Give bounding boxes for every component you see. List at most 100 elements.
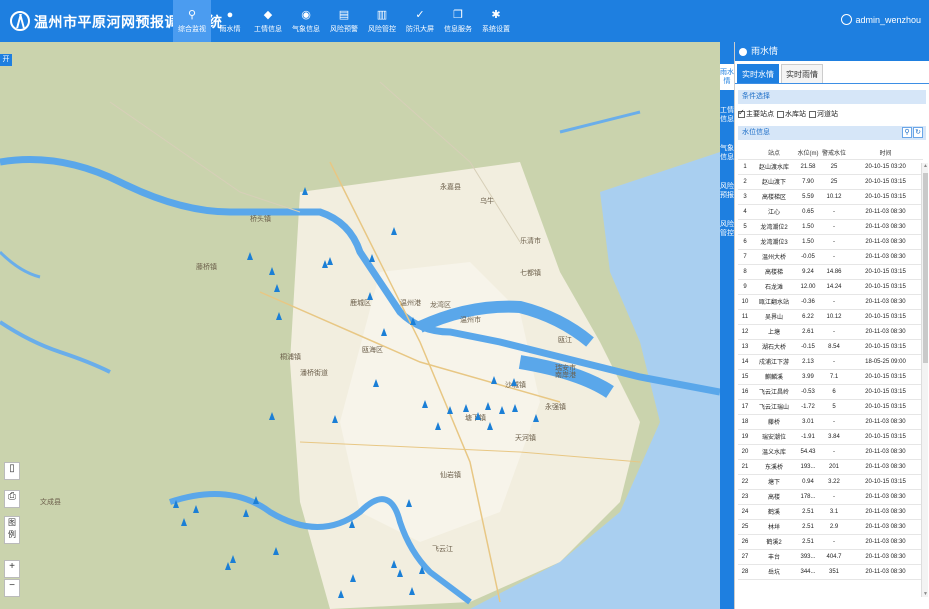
table-row[interactable]: 19 瑞安潮位 -1.91 3.84 20-10-15 03:15 bbox=[738, 429, 923, 445]
station-marker-icon[interactable] bbox=[193, 505, 199, 513]
table-row[interactable]: 17 飞云江瑞山 -1.72 5 20-10-15 03:15 bbox=[738, 399, 923, 415]
table-row[interactable]: 14 戍浦江下游 2.13-18-05-25 09:00 bbox=[738, 354, 923, 370]
table-row[interactable]: 1 赵山渡水库 21.58 25 20-10-15 03:20 bbox=[738, 159, 923, 175]
nav-item-0[interactable]: ⚲ 综合监视 bbox=[173, 0, 211, 42]
legend-icon[interactable]: 图例 bbox=[4, 516, 20, 544]
nav-item-8[interactable]: ✱ 系统设置 bbox=[477, 0, 515, 42]
side-tab-3[interactable]: 风险预报 bbox=[720, 178, 734, 204]
table-row[interactable]: 5 龙湾潮位2 1.50-20-11-03 08:30 bbox=[738, 219, 923, 235]
tab-realtime-water[interactable]: 实时水情 bbox=[737, 64, 779, 83]
station-marker-icon[interactable] bbox=[485, 402, 491, 410]
map-corner-tab[interactable]: 开 bbox=[0, 54, 12, 66]
station-marker-icon[interactable] bbox=[274, 284, 280, 292]
station-marker-icon[interactable] bbox=[491, 376, 497, 384]
station-marker-icon[interactable] bbox=[373, 379, 379, 387]
scroll-up-icon[interactable]: ▲ bbox=[922, 163, 929, 169]
checkbox-river-stations[interactable] bbox=[809, 110, 816, 118]
checkbox-reservoir-stations[interactable] bbox=[777, 110, 784, 118]
nav-item-6[interactable]: ✓ 防汛大屏 bbox=[401, 0, 439, 42]
tab-realtime-rain[interactable]: 实时雨情 bbox=[781, 64, 823, 83]
col-level[interactable]: 水位(m) bbox=[796, 146, 820, 160]
station-marker-icon[interactable] bbox=[247, 252, 253, 260]
station-marker-icon[interactable] bbox=[447, 406, 453, 414]
zoom-in-button[interactable]: + bbox=[4, 560, 20, 578]
station-marker-icon[interactable] bbox=[391, 560, 397, 568]
table-row[interactable]: 20 温义水库 54.43-20-11-03 08:30 bbox=[738, 444, 923, 460]
station-marker-icon[interactable] bbox=[253, 496, 259, 504]
table-row[interactable]: 10 瓯江翻水站 -0.36-20-11-03 08:30 bbox=[738, 294, 923, 310]
table-row[interactable]: 12 上塘 2.61-20-11-03 08:30 bbox=[738, 324, 923, 340]
side-tab-1[interactable]: 工情信息 bbox=[720, 102, 734, 128]
station-marker-icon[interactable] bbox=[332, 415, 338, 423]
station-marker-icon[interactable] bbox=[406, 499, 412, 507]
station-marker-icon[interactable] bbox=[181, 518, 187, 526]
table-row[interactable]: 6 龙湾潮位3 1.50-20-11-03 08:30 bbox=[738, 234, 923, 250]
table-scrollbar[interactable]: ▲ ▼ bbox=[921, 163, 928, 597]
table-row[interactable]: 15 麒麟溪 3.99 7.1 20-10-15 03:15 bbox=[738, 369, 923, 385]
nav-item-1[interactable]: ● 雨水情 bbox=[211, 0, 249, 42]
table-row[interactable]: 26 鹤溪2 2.51-20-11-03 08:30 bbox=[738, 534, 923, 550]
station-marker-icon[interactable] bbox=[487, 422, 493, 430]
table-row[interactable]: 11 吴界山 6.22 10.12 20-10-15 03:15 bbox=[738, 309, 923, 325]
station-marker-icon[interactable] bbox=[367, 292, 373, 300]
nav-item-7[interactable]: ❐ 信息服务 bbox=[439, 0, 477, 42]
zoom-out-button[interactable]: − bbox=[4, 579, 20, 597]
map-view[interactable]: 开 永嘉县 鹿城区 瓯海区 龙湾区 温州市 乐清市 瑞安市 文成县 温州港 南岸港 沙城镇 天河镇 七都… bbox=[0, 42, 720, 609]
station-marker-icon[interactable] bbox=[511, 378, 517, 386]
station-marker-icon[interactable] bbox=[338, 590, 344, 598]
station-marker-icon[interactable] bbox=[397, 569, 403, 577]
table-row[interactable]: 4 江心 0.65-20-11-03 08:30 bbox=[738, 204, 923, 220]
station-marker-icon[interactable] bbox=[322, 260, 328, 268]
checkbox-main-stations[interactable] bbox=[738, 108, 745, 118]
station-marker-icon[interactable] bbox=[422, 400, 428, 408]
station-marker-icon[interactable] bbox=[463, 404, 469, 412]
table-row[interactable]: 21 东溪桥 193... 201 20-11-03 08:30 bbox=[738, 459, 923, 475]
station-marker-icon[interactable] bbox=[391, 227, 397, 235]
map-canvas[interactable] bbox=[0, 42, 720, 609]
col-warning[interactable]: 警戒水位 bbox=[820, 146, 848, 160]
user-menu[interactable]: admin_wenzhou bbox=[841, 14, 921, 25]
table-row[interactable]: 13 湖石大桥 -0.15 8.54 20-10-15 03:15 bbox=[738, 339, 923, 355]
table-row[interactable]: 28 岳坑 344... 351 20-11-03 08:30 bbox=[738, 564, 923, 580]
station-marker-icon[interactable] bbox=[302, 187, 308, 195]
station-marker-icon[interactable] bbox=[225, 562, 231, 570]
station-marker-icon[interactable] bbox=[173, 500, 179, 508]
table-row[interactable]: 9 石龙滩 12.00 14.24 20-10-15 03:15 bbox=[738, 279, 923, 295]
side-tab-2[interactable]: 气象信息 bbox=[720, 140, 734, 166]
nav-item-5[interactable]: ▥ 风险管控 bbox=[363, 0, 401, 42]
station-marker-icon[interactable] bbox=[410, 317, 416, 325]
table-row[interactable]: 8 高楼梯 9.24 14.86 20-10-15 03:15 bbox=[738, 264, 923, 280]
col-time[interactable]: 时间 bbox=[848, 146, 923, 160]
table-row[interactable]: 25 林垟 2.51 2.9 20-11-03 08:30 bbox=[738, 519, 923, 535]
scroll-thumb[interactable] bbox=[923, 173, 928, 363]
station-marker-icon[interactable] bbox=[475, 412, 481, 420]
nav-item-3[interactable]: ◉ 气象信息 bbox=[287, 0, 325, 42]
table-row[interactable]: 24 鹤溪 2.51 3.1 20-11-03 08:30 bbox=[738, 504, 923, 520]
station-marker-icon[interactable] bbox=[419, 566, 425, 574]
side-tab-4[interactable]: 风险管控 bbox=[720, 216, 734, 242]
table-row[interactable]: 22 塘下 0.94 3.22 20-10-15 03:15 bbox=[738, 474, 923, 490]
table-row[interactable]: 3 高楼梯区 5.59 10.12 20-10-15 03:15 bbox=[738, 189, 923, 205]
station-marker-icon[interactable] bbox=[409, 587, 415, 595]
station-marker-icon[interactable] bbox=[381, 328, 387, 336]
table-row[interactable]: 7 温州大桥 -0.05-20-11-03 08:30 bbox=[738, 249, 923, 265]
station-marker-icon[interactable] bbox=[533, 414, 539, 422]
scroll-down-icon[interactable]: ▼ bbox=[922, 591, 929, 597]
table-row[interactable]: 16 飞云江昌岭 -0.53 6 20-10-15 03:15 bbox=[738, 384, 923, 400]
print-icon[interactable]: ⎙ bbox=[4, 490, 20, 508]
station-marker-icon[interactable] bbox=[350, 574, 356, 582]
doc-icon[interactable]: ▯ bbox=[4, 462, 20, 480]
station-marker-icon[interactable] bbox=[276, 312, 282, 320]
station-marker-icon[interactable] bbox=[269, 412, 275, 420]
station-marker-icon[interactable] bbox=[243, 509, 249, 517]
station-marker-icon[interactable] bbox=[349, 520, 355, 528]
table-row[interactable]: 2 赵山渡下 7.90 25 20-10-15 03:15 bbox=[738, 174, 923, 190]
nav-item-4[interactable]: ▤ 风险预警 bbox=[325, 0, 363, 42]
station-marker-icon[interactable] bbox=[369, 254, 375, 262]
table-row[interactable]: 23 高楼 178... -20-11-03 08:30 bbox=[738, 489, 923, 505]
station-marker-icon[interactable] bbox=[512, 404, 518, 412]
filter-reservoir-stations[interactable]: 水库站 bbox=[777, 109, 806, 119]
col-station[interactable]: 站点 bbox=[752, 146, 796, 160]
side-tab-0[interactable]: 雨水情 bbox=[720, 64, 734, 90]
filter-river-stations[interactable]: 河道站 bbox=[809, 109, 838, 119]
